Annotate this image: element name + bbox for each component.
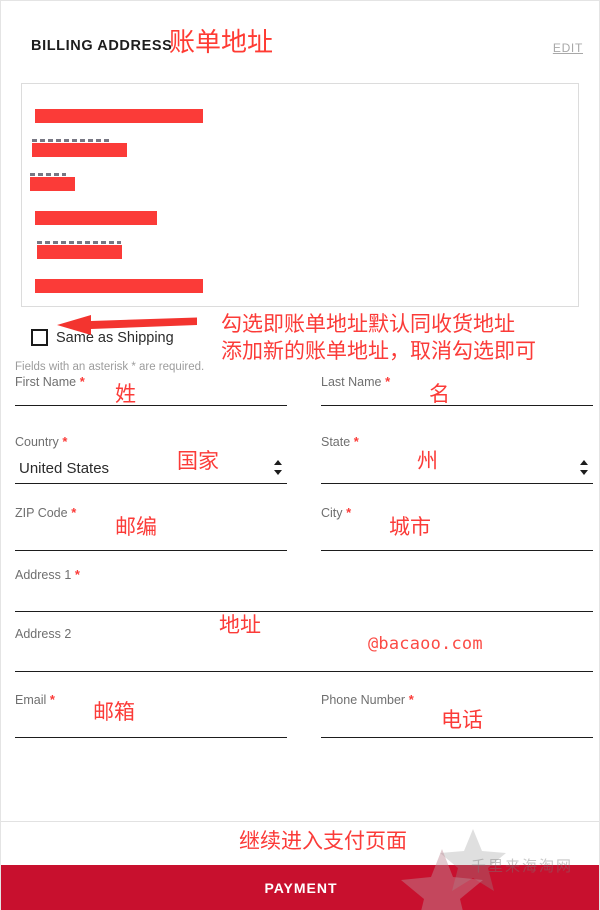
redacted-text-ghost [32,139,112,142]
checkbox-note-line-1: 勾选即账单地址默认同收货地址 [221,312,515,336]
field-label: Address 2 [15,627,72,641]
redacted-text-ghost [37,241,121,244]
field-annotation-cn: 国家 [177,449,219,473]
field-last-name[interactable]: Last Name * 名 [321,374,593,406]
field-address-1[interactable]: Address 1 * [15,567,593,612]
checkbox-annotation-note: 勾选即账单地址默认同收货地址 添加新的账单地址，取消勾选即可 [221,311,536,365]
field-label: ZIP Code * [15,505,77,520]
field-state[interactable]: State * 州 [321,434,593,484]
field-label: State * [321,434,359,449]
payment-bar[interactable]: PAYMENT [1,865,599,910]
redacted-text-ghost [30,173,66,176]
field-country[interactable]: Country * United States 国家 [15,434,287,484]
field-annotation-cn: 姓 [115,382,136,406]
field-label: Address 1 * [15,567,80,582]
required-asterisk: * [46,692,55,707]
field-annotation-cn: 城市 [389,515,431,539]
redacted-address-line [30,177,75,191]
required-asterisk: * [58,434,68,449]
field-label: Country * [15,434,68,449]
redacted-address-line [35,211,157,225]
field-annotation-cn: 名 [429,382,450,406]
same-as-shipping-label: Same as Shipping [56,329,174,346]
field-zip-code[interactable]: ZIP Code * 邮编 [15,505,287,551]
field-underline [321,550,593,551]
billing-address-page: BILLING ADDRESS 账单地址 EDIT Same as Shippi… [0,0,600,910]
required-asterisk: * [67,505,77,520]
field-label: Last Name * [321,374,391,389]
field-underline [15,405,287,406]
field-annotation-cn: 地址 [219,613,261,637]
page-title: BILLING ADDRESS [31,38,173,54]
required-asterisk: * [71,567,80,582]
field-phone-number[interactable]: Phone Number * 电话 [321,692,593,738]
footer-divider [1,821,599,822]
redacted-address-line [37,245,122,259]
required-asterisk: * [342,505,352,520]
required-fields-note: Fields with an asterisk * are required. [15,361,205,373]
redacted-address-line [35,109,203,123]
field-underline [15,550,287,551]
page-title-annotation-cn: 账单地址 [169,28,274,58]
field-first-name[interactable]: First Name * 姓 [15,374,287,406]
payment-button[interactable]: PAYMENT [1,865,599,910]
select-spinner-icon[interactable] [579,460,589,475]
field-label: City * [321,505,352,520]
required-asterisk: * [350,434,359,449]
field-underline [15,483,287,484]
redacted-address-line [32,143,127,157]
checkbox-note-line-2: 添加新的账单地址，取消勾选即可 [221,339,536,363]
field-label: Email * [15,692,55,707]
field-address-2[interactable]: Address 2 地址 [15,615,593,672]
field-value: United States [19,460,110,477]
field-underline [15,611,593,612]
field-city[interactable]: City * 城市 [321,505,593,551]
field-label: First Name * [15,374,85,389]
field-annotation-cn: 州 [417,449,438,473]
select-spinner-icon[interactable] [273,460,283,475]
field-underline [321,483,593,484]
field-underline [15,737,287,738]
field-annotation-cn: 电话 [441,708,483,732]
required-asterisk: * [405,692,414,707]
required-asterisk: * [76,374,85,389]
same-as-shipping-checkbox[interactable] [31,329,48,346]
field-annotation-cn: 邮编 [115,515,157,539]
required-asterisk: * [381,374,391,389]
redacted-address-line [35,279,203,293]
field-annotation-cn: 邮箱 [93,700,135,724]
same-as-shipping-row[interactable]: Same as Shipping [31,329,174,346]
edit-link[interactable]: EDIT [553,41,583,55]
field-underline [15,671,593,672]
field-label: Phone Number * [321,692,414,707]
field-email[interactable]: Email * 邮箱 [15,692,287,738]
field-underline [321,737,593,738]
saved-address-box [21,83,579,307]
field-underline [321,405,593,406]
section-header: BILLING ADDRESS 账单地址 EDIT [1,28,599,67]
continue-annotation-note: 继续进入支付页面 [239,829,407,853]
